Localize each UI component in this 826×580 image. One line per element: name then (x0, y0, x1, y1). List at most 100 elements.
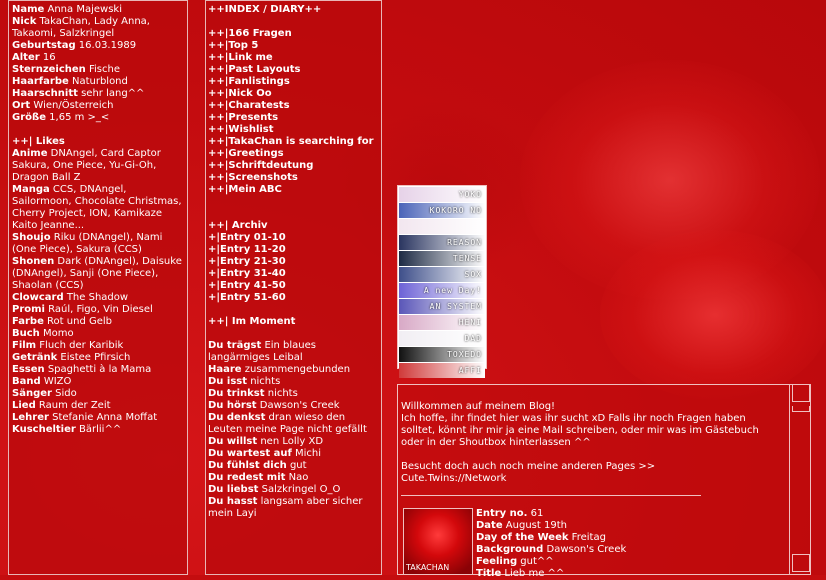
entry-thumbnail: TAKACHAN (403, 508, 473, 575)
profile-row-label: Haarschnitt (12, 88, 78, 99)
profile-row-label: Ort (12, 100, 31, 111)
profile-row-value: Wien/Österreich (30, 100, 114, 111)
profile-row: Name Anna Majewski (12, 4, 184, 16)
nav-link[interactable]: ++|Schriftdeutung (208, 160, 379, 172)
moment-row-value: gut (286, 460, 307, 471)
nav-link[interactable]: ++|Fanlistings (208, 76, 379, 88)
likes-row-value: Eistee Pfirsich (57, 352, 131, 363)
moment-row-value: nichts (264, 388, 298, 399)
likes-row-label: Sänger (12, 388, 52, 399)
scroll-down-button[interactable] (792, 554, 810, 572)
profile-row-label: Name (12, 4, 45, 15)
nav-link[interactable]: ++|Link me (208, 52, 379, 64)
nav-link[interactable]: ++|TakaChan is searching for (208, 136, 379, 148)
nav-link[interactable]: ++|Screenshots (208, 172, 379, 184)
moment-row: Du hörst Dawson's Creek (208, 400, 379, 412)
affiliate-banner[interactable]: A new Day! (399, 283, 485, 298)
profile-row-label: Sternzeichen (12, 64, 86, 75)
affiliate-banner[interactable]: YOKO (399, 187, 485, 202)
moment-row: Du willst nen Lolly XD (208, 436, 379, 448)
network-link[interactable]: Cute.Twins://Network (401, 473, 807, 485)
profile-row-value: Fische (85, 64, 120, 75)
affiliate-banner[interactable]: TENSE (399, 251, 485, 266)
nav-link[interactable]: ++|Charatests (208, 100, 379, 112)
profile-row-value: 1,65 m >_< (45, 112, 110, 123)
likes-row-value: Rot und Gelb (43, 316, 112, 327)
profile-row-label: Alter (12, 52, 40, 63)
affiliate-banner[interactable]: SOX (399, 267, 485, 282)
moment-row-label: Du trägst (208, 340, 262, 351)
likes-row: Shoujo Riku (DNAngel), Nami (One Piece),… (12, 232, 184, 256)
affiliate-banner[interactable]: TOXEDO (399, 347, 485, 362)
archiv-link[interactable]: +|Entry 11-20 (208, 244, 379, 256)
scroll-thumb[interactable] (792, 406, 810, 412)
likes-row-label: Band (12, 376, 41, 387)
entry-row: Title Lieb me ^^ (476, 568, 776, 580)
archiv-link[interactable]: +|Entry 31-40 (208, 268, 379, 280)
affiliate-banner[interactable]: AFFI (399, 363, 485, 378)
nav-link[interactable]: ++|Greetings (208, 148, 379, 160)
nav-link[interactable]: ++|Top 5 (208, 40, 379, 52)
likes-row-value: WIZO (40, 376, 72, 387)
likes-row: Sänger Sido (12, 388, 184, 400)
moment-row-label: Du denkst (208, 412, 266, 423)
likes-row: Buch Momo (12, 328, 184, 340)
moment-row-label: Haare (208, 364, 242, 375)
likes-row: Band WIZO (12, 376, 184, 388)
scroll-up-button[interactable] (792, 384, 810, 402)
affiliate-banner[interactable]: REASON (399, 235, 485, 250)
affiliate-banner[interactable]: HENI (399, 315, 485, 330)
likes-list: Anime DNAngel, Card Captor Sakura, One P… (12, 148, 184, 436)
moment-row-label: Du willst (208, 436, 258, 447)
profile-list: Name Anna Majewski Nick TakaChan, Lady An… (12, 4, 184, 124)
archiv-link[interactable]: +|Entry 01-10 (208, 232, 379, 244)
entry-row-value: Lieb me ^^ (501, 568, 565, 579)
likes-row-value: Bärlii^^ (75, 424, 122, 435)
likes-row: Clowcard The Shadow (12, 292, 184, 304)
profile-row: Sternzeichen Fische (12, 64, 184, 76)
moment-row-value: zusammengebunden (241, 364, 351, 375)
affiliate-banner[interactable]: AN SYSTEM (399, 299, 485, 314)
entry-row-value: Freitag (568, 532, 606, 543)
nav-title: ++INDEX / DIARY++ (208, 4, 322, 15)
likes-row-label: Shoujo (12, 232, 51, 243)
entry-row: Day of the Week Freitag (476, 532, 776, 544)
entry-row-label: Title (476, 568, 502, 579)
blog-welcome: Willkommen auf meinem Blog! (401, 401, 556, 412)
entry-row-value: gut^^ (517, 556, 554, 567)
profile-row: Größe 1,65 m >_< (12, 112, 184, 124)
nav-link[interactable]: ++|Wishlist (208, 124, 379, 136)
likes-row: Film Fluch der Karibik (12, 340, 184, 352)
moment-row-value: nen Lolly XD (257, 436, 324, 447)
archiv-link[interactable]: +|Entry 21-30 (208, 256, 379, 268)
nav-link[interactable]: ++|166 Fragen (208, 28, 379, 40)
blog-scrollbar[interactable] (789, 384, 811, 575)
nav-link[interactable]: ++|Presents (208, 112, 379, 124)
moment-row: Du fühlst dich gut (208, 460, 379, 472)
moment-row-label: Du wartest auf (208, 448, 292, 459)
entry-row: Background Dawson's Creek (476, 544, 776, 556)
profile-row-value: sehr lang^^ (77, 88, 145, 99)
nav-link[interactable]: ++|Past Layouts (208, 64, 379, 76)
affiliate-banner[interactable]: DAD (399, 331, 485, 346)
likes-row-label: Essen (12, 364, 45, 375)
likes-row: Anime DNAngel, Card Captor Sakura, One P… (12, 148, 184, 184)
likes-row-value: Stefanie Anna Moffat (48, 412, 158, 423)
archiv-link[interactable]: +|Entry 51-60 (208, 292, 379, 304)
profile-row: Haarfarbe Naturblond (12, 76, 184, 88)
profile-row-label: Geburtstag (12, 40, 76, 51)
likes-row-value: Fluch der Karibik (36, 340, 124, 351)
archiv-list: +|Entry 01-10 +|Entry 11-20 +|Entry 21-30 +… (208, 232, 379, 304)
likes-row-label: Kuscheltier (12, 424, 76, 435)
nav-link[interactable]: ++|Nick Oo (208, 88, 379, 100)
entry-row-label: Background (476, 544, 544, 555)
likes-row-label: Shonen (12, 256, 55, 267)
affiliate-banners: YOKOKOKORO NO TSUMETAI REASONTENSESOXA ne… (397, 185, 487, 378)
nav-link[interactable]: ++|Mein ABC (208, 184, 379, 196)
profile-row-label: Haarfarbe (12, 76, 69, 87)
affiliate-banner[interactable]: KOKORO NO TSUMETAI (399, 203, 485, 218)
archiv-link[interactable]: +|Entry 41-50 (208, 280, 379, 292)
affiliate-banner[interactable] (399, 219, 485, 234)
entry-row-value: August 19th (502, 520, 567, 531)
likes-row-value: Spaghetti à la Mama (44, 364, 152, 375)
